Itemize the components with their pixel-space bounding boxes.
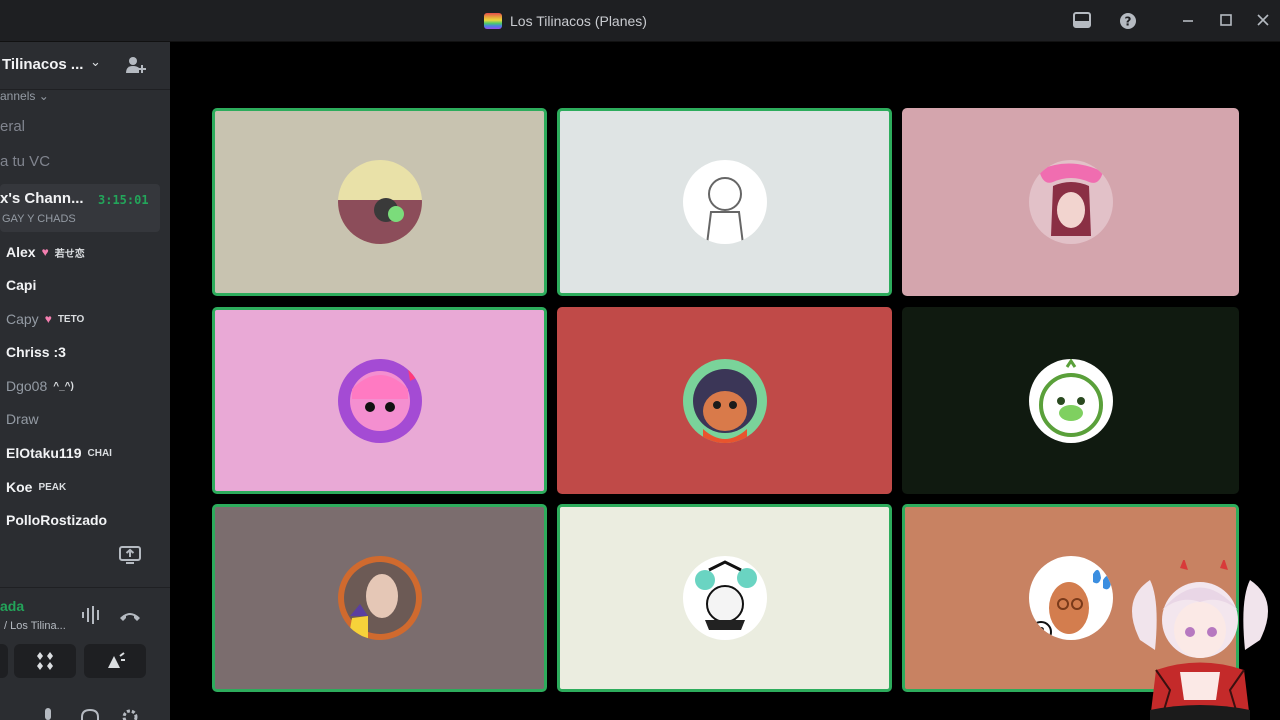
server-name: Tilinacos ...	[2, 56, 84, 73]
vtuber-avatar-overlay	[1132, 560, 1268, 720]
active-voice-channel[interactable]: x's Chann... 3:15:01 GAY Y CHADS	[0, 184, 160, 232]
participant-tile[interactable]	[212, 307, 547, 494]
panel-divider	[0, 587, 170, 588]
participant-tile[interactable]	[557, 307, 892, 494]
participant-avatar	[337, 556, 422, 640]
participant-avatar: ?	[1028, 556, 1113, 640]
member-name: Draw	[6, 411, 39, 427]
server-logo-icon	[484, 13, 502, 29]
inbox-icon[interactable]	[1072, 12, 1092, 32]
member-name: Alex	[6, 244, 36, 260]
voice-channel-name: x's Chann...	[0, 190, 84, 207]
add-user-icon[interactable]	[124, 54, 146, 76]
category-label: annels	[0, 89, 36, 103]
headphones-icon[interactable]	[80, 708, 100, 720]
soundboard-icon	[108, 652, 125, 668]
voice-member[interactable]: Alex ♥ 若せ恋	[6, 241, 85, 263]
svg-text:?: ?	[1125, 15, 1132, 29]
activities-icon	[37, 652, 53, 670]
participant-tile[interactable]	[902, 108, 1239, 296]
category-header[interactable]: annels ⌄	[0, 89, 49, 103]
disconnect-icon[interactable]	[118, 608, 142, 624]
participant-avatar	[337, 358, 422, 443]
window-titlebar: Los Tilinacos (Planes) ?	[0, 0, 1280, 42]
channel-item-general[interactable]: eral	[0, 118, 25, 135]
voice-member[interactable]: Capy ♥ TETO	[6, 308, 84, 330]
voice-channel-status: GAY Y CHADS	[2, 213, 76, 225]
member-name: Koe	[6, 479, 33, 495]
noise-suppression-icon[interactable]	[80, 605, 104, 625]
help-icon[interactable]: ?	[1118, 12, 1138, 32]
channel-item-vc[interactable]: a tu VC	[0, 153, 50, 170]
heart-icon: ♥	[41, 245, 49, 259]
close-icon[interactable]	[1253, 12, 1273, 32]
participant-avatar	[337, 160, 422, 244]
voice-member[interactable]: ElOtaku119 CHAI	[6, 442, 112, 464]
voice-member[interactable]: Draw	[6, 408, 39, 430]
participant-tile[interactable]	[557, 504, 892, 692]
heart-icon: ♥	[44, 312, 52, 326]
voice-member[interactable]: Dgo08 ^_^)	[6, 375, 74, 397]
voice-member[interactable]: PolloRostizado	[6, 509, 107, 531]
participant-avatar	[1028, 358, 1113, 443]
member-tag: 若せ恋	[54, 248, 85, 260]
participant-avatar	[682, 358, 767, 443]
screen-share-icon[interactable]	[118, 545, 142, 565]
participant-avatar	[1028, 160, 1113, 244]
member-tag: CHAI	[87, 447, 112, 459]
voice-member[interactable]: Capi	[6, 274, 36, 296]
microphone-icon[interactable]	[38, 708, 58, 720]
minimize-icon[interactable]	[1178, 12, 1198, 32]
window-title: Los Tilinacos (Planes)	[510, 13, 647, 29]
member-tag: ^_^)	[53, 380, 74, 392]
member-tag: TETO	[57, 313, 85, 325]
soundboard-button[interactable]	[84, 644, 146, 678]
participant-avatar	[682, 160, 767, 244]
window-title-group: Los Tilinacos (Planes)	[484, 13, 647, 29]
participant-tile[interactable]	[212, 108, 547, 296]
svg-text:?: ?	[1037, 626, 1045, 640]
voice-connected-server[interactable]: / Los Tilina...	[4, 620, 66, 632]
voice-channel-timer: 3:15:01	[98, 193, 149, 207]
server-header[interactable]: Tilinacos ... ⌄	[0, 42, 170, 90]
camera-button[interactable]	[0, 644, 8, 678]
participant-avatar	[682, 556, 767, 640]
activities-button[interactable]	[14, 644, 76, 678]
settings-gear-icon[interactable]	[120, 708, 140, 720]
member-name: ElOtaku119	[6, 445, 82, 461]
member-name: Capi	[6, 277, 37, 293]
voice-connected-status: ada	[0, 598, 25, 614]
voice-member[interactable]: Koe PEAK	[6, 476, 66, 498]
participant-tile[interactable]	[557, 108, 892, 296]
maximize-icon[interactable]	[1216, 12, 1236, 32]
channel-sidebar: Tilinacos ... ⌄ annels ⌄ eral a tu VC x'…	[0, 42, 170, 720]
chevron-down-icon: ⌄	[90, 55, 101, 70]
member-name: Dgo08	[6, 378, 48, 394]
member-name: Chriss :3	[6, 344, 66, 360]
member-name: PolloRostizado	[6, 512, 108, 528]
member-name: Capy	[6, 311, 39, 327]
voice-member[interactable]: Chriss :3	[6, 341, 66, 363]
member-tag: PEAK	[38, 481, 67, 493]
participant-tile[interactable]	[212, 504, 547, 692]
participant-tile[interactable]	[902, 307, 1239, 494]
